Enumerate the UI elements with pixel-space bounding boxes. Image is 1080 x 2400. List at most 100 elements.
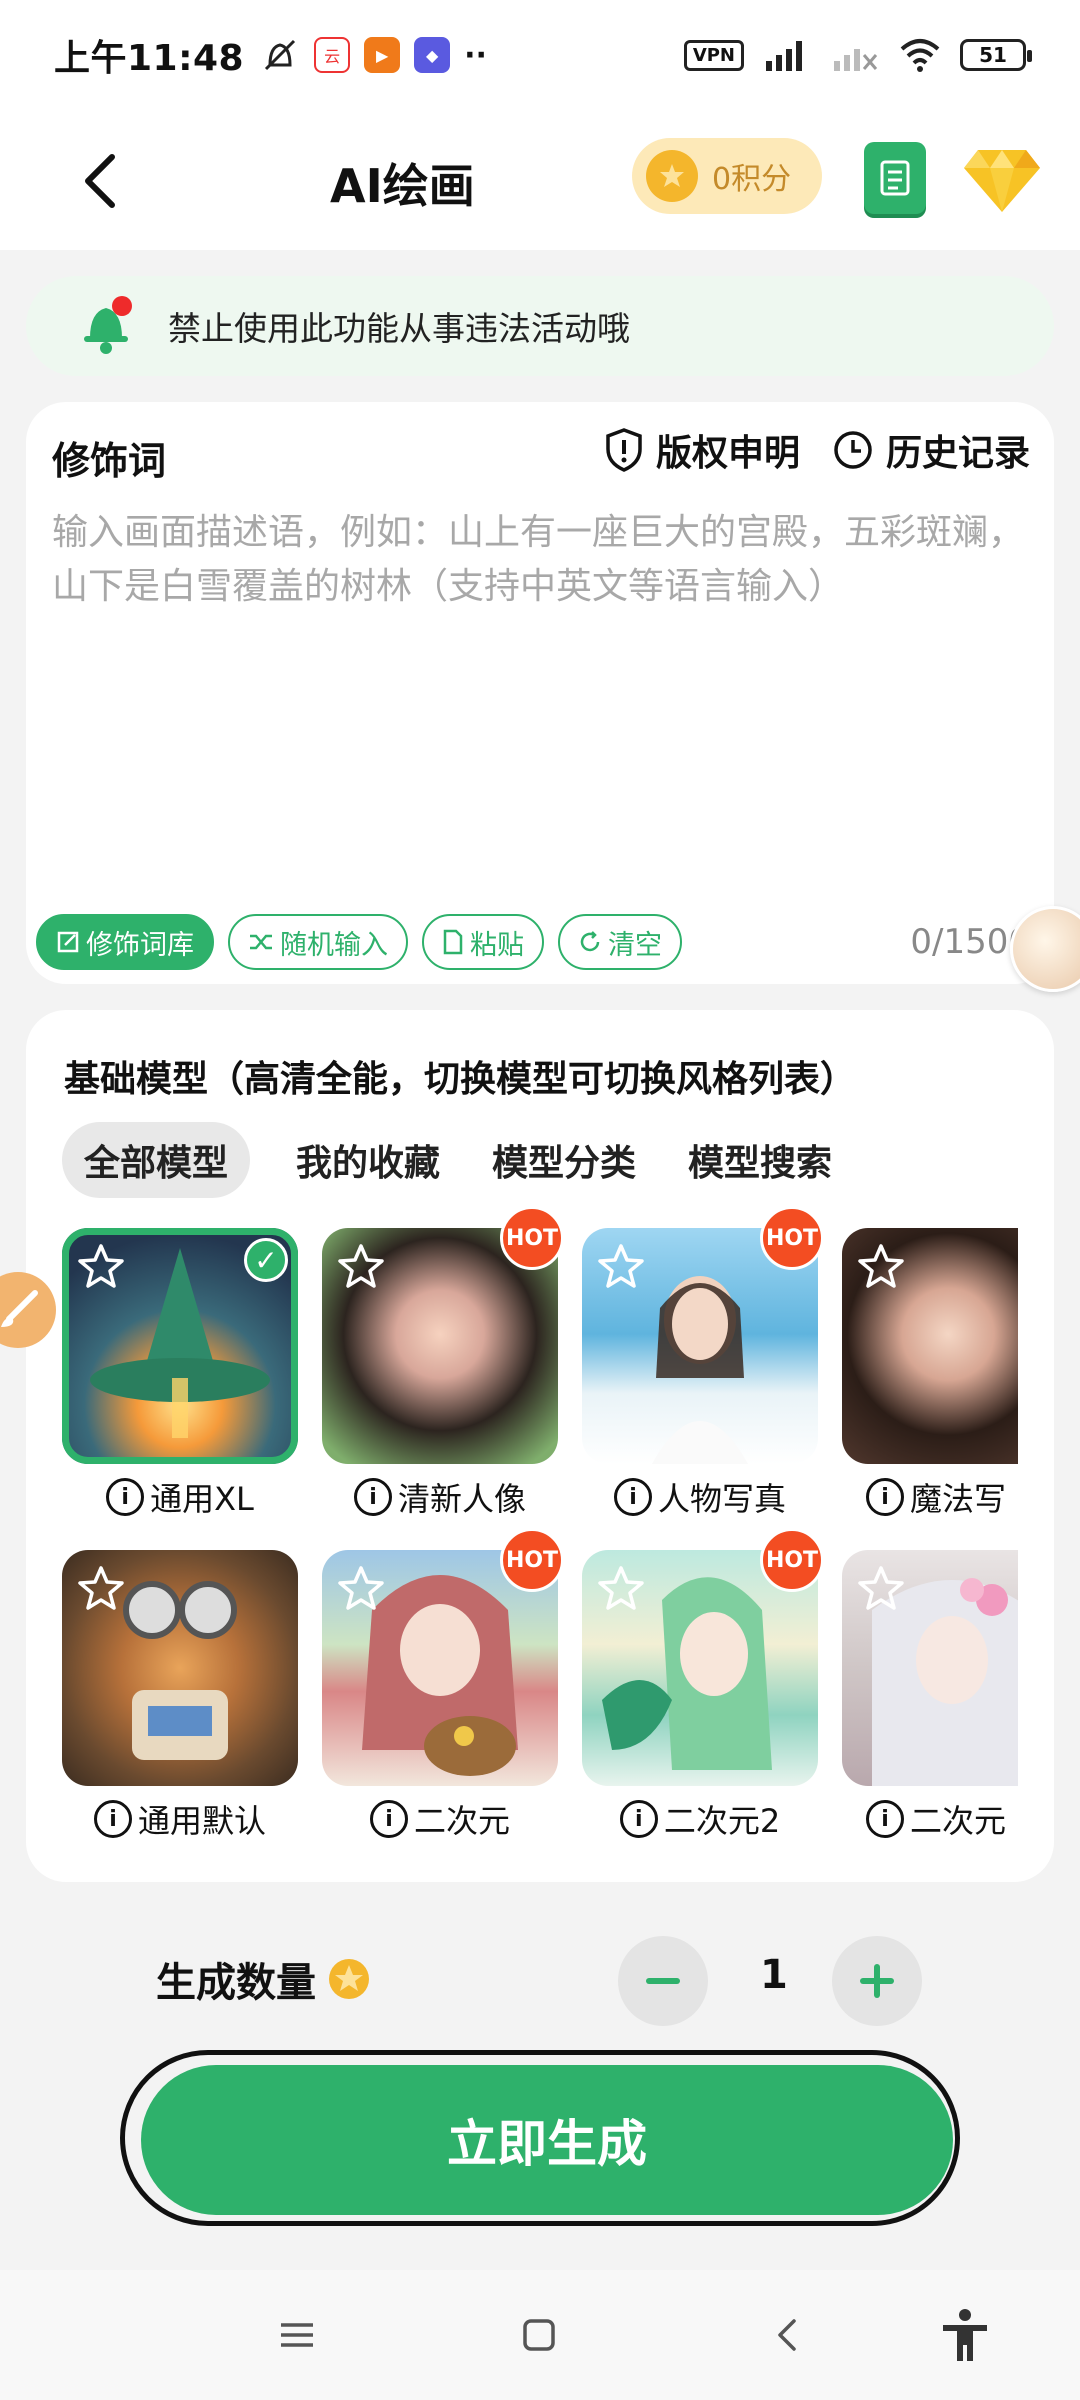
bell-icon — [84, 296, 132, 354]
tab-categories[interactable]: 模型分类 — [486, 1122, 642, 1198]
model-thumbnail[interactable]: ✓ — [62, 1228, 298, 1464]
model-thumbnail[interactable] — [62, 1550, 298, 1786]
model-tile-anime-2[interactable]: HOT i 二次元2 — [582, 1528, 824, 1842]
notice-text: 禁止使用此功能从事违法活动哦 — [168, 309, 630, 348]
back-arrow-icon — [85, 154, 115, 208]
brush-icon — [1, 1290, 38, 1327]
model-thumbnail[interactable] — [842, 1550, 1018, 1786]
shuffle-icon — [250, 934, 272, 950]
model-tile-general-default[interactable]: i 通用默认 — [62, 1550, 298, 1842]
paste-chip[interactable]: 粘贴 — [422, 914, 544, 970]
model-name: 二次元 — [413, 1802, 510, 1840]
info-icon[interactable]: i — [93, 1800, 132, 1838]
star-icon[interactable] — [336, 1242, 386, 1292]
model-name: 通用XL — [150, 1480, 254, 1518]
check-icon: ✓ — [244, 1238, 288, 1282]
paste-label: 粘贴 — [470, 929, 524, 961]
model-label: i 人物写真 — [582, 1474, 818, 1520]
accessibility-button[interactable] — [930, 2300, 1000, 2370]
clear-chip[interactable]: 清空 — [558, 914, 682, 970]
model-tile-magic-photo[interactable]: i 魔法写 — [842, 1228, 1018, 1520]
modifier-library-label: 修饰词库 — [86, 929, 194, 961]
generate-button-frame: 立即生成 — [120, 2050, 960, 2226]
quantity-value: 1 — [760, 1952, 788, 1998]
nav-back-button[interactable] — [752, 2300, 822, 2370]
model-tile-anime[interactable]: HOT i 二次元 — [322, 1528, 564, 1842]
tab-favorites[interactable]: 我的收藏 — [290, 1122, 446, 1198]
generate-button[interactable]: 立即生成 — [141, 2065, 953, 2215]
tab-search[interactable]: 模型搜索 — [682, 1122, 838, 1198]
quantity-decrease-button[interactable] — [618, 1936, 708, 2026]
system-nav-bar — [0, 2270, 1080, 2400]
coin-icon — [329, 1959, 369, 1999]
info-icon[interactable]: i — [106, 1478, 145, 1516]
minus-icon — [646, 1978, 680, 1984]
tab-all-models[interactable]: 全部模型 — [62, 1122, 251, 1198]
star-icon[interactable] — [76, 1564, 126, 1614]
diamond-icon — [964, 150, 1040, 212]
hot-badge: HOT — [760, 1528, 824, 1592]
app-notify-icon-2: ▶ — [364, 37, 401, 73]
home-square-icon — [523, 2319, 555, 2351]
model-section-title: 基础模型（高清全能，切换模型可切换风格列表） — [64, 1059, 857, 1100]
quantity-increase-button[interactable] — [832, 1936, 922, 2026]
vip-diamond-button[interactable] — [962, 144, 1042, 214]
notice-banner: 禁止使用此功能从事违法活动哦 — [26, 276, 1054, 376]
star-icon[interactable] — [596, 1564, 646, 1614]
edit-icon — [57, 931, 79, 953]
model-thumbnail[interactable] — [842, 1228, 1018, 1464]
info-icon[interactable]: i — [866, 1800, 904, 1838]
info-icon[interactable]: i — [619, 1800, 658, 1838]
model-name: 二次元 — [910, 1802, 1007, 1840]
modifier-library-chip[interactable]: 修饰词库 — [36, 914, 214, 970]
quantity-label-text: 生成数量 — [156, 1960, 316, 2006]
star-icon[interactable] — [76, 1242, 126, 1292]
model-tabs: 全部模型 我的收藏 模型分类 模型搜索 — [62, 1122, 838, 1198]
model-tile-fresh-portrait[interactable]: HOT i 清新人像 — [322, 1206, 564, 1520]
book-icon — [880, 160, 910, 196]
model-tile-portrait-photo[interactable]: HOT i 人物写真 — [582, 1206, 824, 1520]
back-button[interactable] — [70, 146, 130, 216]
status-time: 上午11:48 — [54, 38, 245, 79]
plus-icon — [860, 1964, 894, 1998]
model-name: 二次元2 — [663, 1802, 781, 1840]
info-icon[interactable]: i — [866, 1478, 904, 1516]
info-icon[interactable]: i — [369, 1800, 408, 1838]
home-button[interactable] — [504, 2300, 574, 2370]
prompt-links: 版权申明 历史记录 — [604, 424, 1030, 476]
model-label: i 二次元 — [322, 1796, 558, 1842]
star-icon[interactable] — [336, 1564, 386, 1614]
star-icon[interactable] — [596, 1242, 646, 1292]
prompt-section-title: 修饰词 — [52, 439, 167, 483]
history-link[interactable]: 历史记录 — [832, 424, 1030, 476]
copyright-link[interactable]: 版权申明 — [604, 424, 800, 476]
model-label: i 通用默认 — [62, 1796, 298, 1842]
prompt-input[interactable]: 输入画面描述语，例如：山上有一座巨大的宫殿，五彩斑斓，山下是白雪覆盖的树林（支持… — [52, 506, 1032, 614]
clear-label: 清空 — [608, 929, 662, 961]
prompt-tools: 修饰词库 随机输入 粘贴 清空 — [36, 914, 682, 970]
accessibility-icon — [943, 2309, 987, 2361]
model-tile-anime-3[interactable]: i 二次元 — [842, 1550, 1018, 1842]
signal-hd-icon — [766, 41, 802, 71]
more-notifications-icon: ·· — [464, 37, 487, 73]
shield-icon — [606, 428, 642, 472]
prompt-card: 修饰词 版权申明 历史记录 输入画面描述语，例如：山上有一座巨大的宫殿，五彩斑斓… — [26, 402, 1054, 984]
model-name: 清新人像 — [397, 1480, 526, 1518]
star-icon[interactable] — [856, 1564, 906, 1614]
star-icon[interactable] — [856, 1242, 906, 1292]
points-label: 0积分 — [712, 162, 792, 197]
model-tile-general-xl[interactable]: ✓ i 通用XL — [62, 1228, 298, 1520]
status-notification-icons: 云 ▶ ◆ ·· — [260, 35, 487, 75]
info-icon[interactable]: i — [613, 1478, 652, 1516]
model-label: i 二次元 — [842, 1796, 1018, 1842]
top-app-bar: AI绘画 0积分 — [0, 110, 1080, 250]
paste-icon — [443, 929, 463, 955]
info-icon[interactable]: i — [353, 1478, 392, 1516]
recent-apps-button[interactable] — [262, 2300, 332, 2370]
copyright-label: 版权申明 — [655, 433, 800, 474]
random-input-chip[interactable]: 随机输入 — [228, 914, 408, 970]
status-system-icons: VPN 51 — [683, 37, 1032, 73]
points-button[interactable]: 0积分 — [632, 138, 822, 214]
refresh-icon — [580, 931, 600, 952]
tutorial-book-button[interactable] — [864, 142, 926, 214]
